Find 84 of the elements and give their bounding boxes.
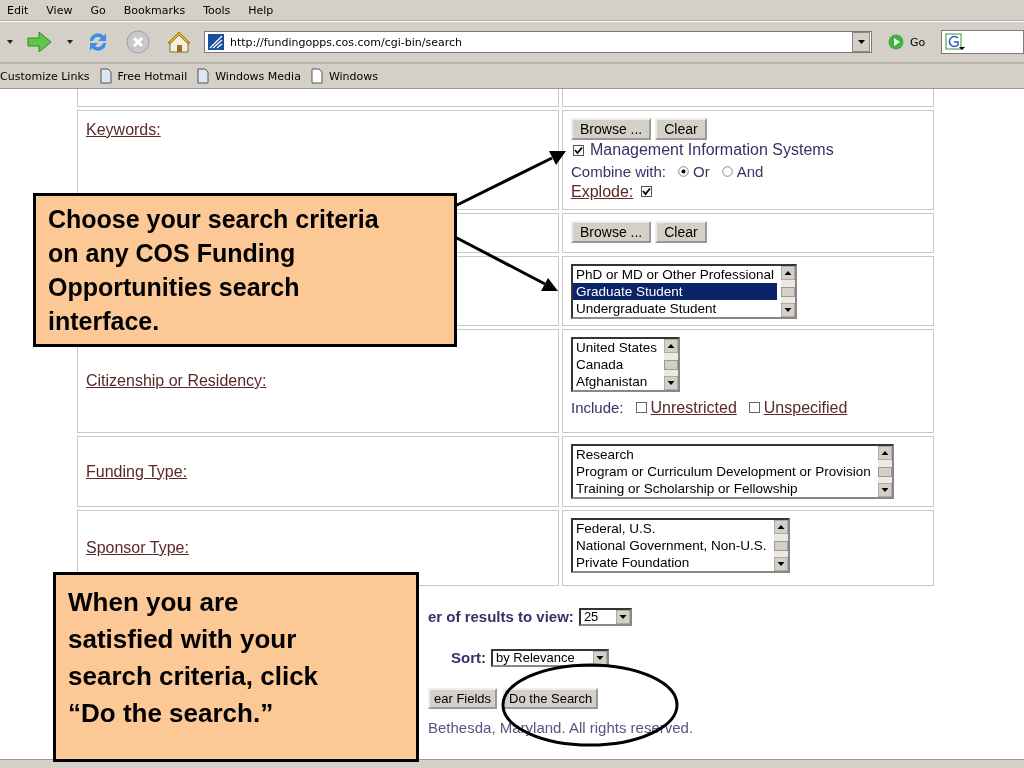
menu-item[interactable]: Help — [248, 3, 274, 17]
menu-item[interactable]: Edit — [7, 3, 29, 17]
menu-item[interactable]: Tools — [203, 3, 231, 17]
scrollbar[interactable] — [664, 339, 679, 390]
scroll-up-button[interactable] — [877, 446, 892, 460]
go-icon[interactable] — [888, 34, 904, 50]
caret-icon[interactable] — [857, 40, 865, 44]
field-label[interactable]: Explode: — [571, 182, 634, 201]
caret-icon[interactable] — [67, 40, 73, 44]
list-option[interactable]: Federal, U.S. — [573, 520, 770, 537]
list-option[interactable]: Afghanistan — [573, 373, 661, 390]
callout: When you are satisfied with your search criteria, click “Do the search.” — [53, 572, 419, 762]
field-label[interactable]: Keywords: — [86, 121, 161, 139]
scroll-down-button[interactable] — [781, 303, 796, 317]
list-option[interactable]: Canada — [573, 356, 661, 373]
scroll-up-button[interactable] — [781, 266, 796, 280]
list-option[interactable]: United States — [573, 339, 661, 356]
checkbox[interactable] — [641, 186, 653, 198]
scroll-up-button[interactable] — [773, 520, 788, 534]
scrollbar[interactable] — [773, 520, 788, 571]
field-label[interactable]: Citizenship or Residency: — [86, 372, 267, 390]
page-icon[interactable] — [197, 68, 210, 84]
list-box[interactable]: PhD or MD or Other Professional Graduate Student Undergraduate Student — [571, 264, 798, 319]
checkbox[interactable] — [635, 402, 647, 413]
search-field[interactable] — [941, 30, 1024, 54]
dropdown-button[interactable] — [852, 32, 870, 52]
keyword-term: Management Information Systems — [590, 141, 834, 160]
list-option[interactable]: National Government, Non-U.S. — [573, 537, 770, 554]
page-icon[interactable] — [99, 68, 112, 84]
bookmark-link[interactable]: Free Hotmail — [99, 68, 188, 84]
combine-label: Combine with: — [571, 162, 667, 180]
sort-label: Sort: — [451, 649, 486, 666]
results-select[interactable]: 25 — [578, 607, 633, 626]
include-label: Include: — [571, 399, 624, 416]
scroll-up-button[interactable] — [664, 339, 679, 353]
bookmark-link[interactable]: Customize Links — [0, 69, 90, 83]
scrollbar[interactable] — [877, 446, 892, 497]
dropdown-button[interactable] — [616, 609, 631, 624]
scroll-down-button[interactable] — [664, 376, 679, 390]
site-icon — [208, 34, 224, 50]
list-box[interactable]: United States Canada Afghanistan — [571, 337, 681, 392]
scroll-down-button[interactable] — [877, 483, 892, 497]
home-icon[interactable] — [166, 30, 192, 54]
results-label: er of results to view: — [428, 608, 574, 625]
radio-label: Or — [693, 162, 710, 180]
radio-button[interactable] — [678, 165, 690, 177]
list-option[interactable]: Program or Curriculum Development or Provision — [573, 463, 874, 480]
checkbox[interactable] — [748, 402, 760, 413]
radio-label: And — [736, 162, 764, 180]
page-icon[interactable] — [310, 68, 323, 84]
sort-select[interactable]: by Relevance — [491, 648, 609, 667]
field-label[interactable]: Unrestricted — [650, 398, 737, 417]
form-button[interactable]: Browse ... — [571, 221, 652, 243]
search-engine-icon[interactable] — [945, 33, 966, 51]
address-field[interactable]: http://fundingopps.cos.com/cgi-bin/search — [204, 31, 872, 53]
list-option[interactable]: Research — [573, 446, 874, 463]
checkbox[interactable] — [573, 144, 584, 156]
field-label[interactable]: Funding Type: — [86, 462, 188, 481]
list-box[interactable]: Federal, U.S. National Government, Non-U.S. Private Foundation — [571, 518, 790, 573]
form-button[interactable]: Clear — [655, 221, 707, 243]
list-option[interactable]: Training or Scholarship or Fellowship — [573, 480, 874, 497]
scrollbar[interactable] — [781, 266, 796, 317]
menu-item[interactable]: Go — [90, 3, 106, 17]
form-button[interactable]: Do the Search — [503, 688, 599, 709]
menu-item[interactable]: View — [46, 3, 73, 17]
list-option[interactable]: Graduate Student — [573, 283, 778, 300]
menu-item[interactable]: Bookmarks — [123, 3, 186, 17]
go-button[interactable]: Go — [888, 34, 926, 50]
dropdown-button[interactable] — [592, 650, 607, 665]
list-option[interactable]: PhD or MD or Other Professional — [573, 266, 778, 283]
radio-button[interactable] — [721, 165, 733, 177]
callout: Choose your search criteria on any COS Funding Opportunities search interface. — [33, 193, 457, 347]
form-button[interactable]: Browse ... — [571, 118, 652, 140]
form-button[interactable]: Clear — [655, 118, 707, 140]
scroll-down-button[interactable] — [773, 557, 788, 571]
bookmark-link[interactable]: Windows — [310, 68, 378, 84]
caret-icon[interactable] — [7, 40, 13, 44]
list-option[interactable]: Undergraduate Student — [573, 300, 778, 317]
list-option[interactable]: Private Foundation — [573, 554, 770, 571]
field-label[interactable]: Sponsor Type: — [86, 539, 189, 557]
field-label[interactable]: Unspecified — [763, 398, 848, 417]
list-box[interactable]: Research Program or Curriculum Development or Provision Training or Scholarship or Fellowship — [571, 444, 894, 499]
form-button[interactable]: ear Fields — [428, 688, 498, 709]
bookmark-link[interactable]: Windows Media — [197, 68, 301, 84]
